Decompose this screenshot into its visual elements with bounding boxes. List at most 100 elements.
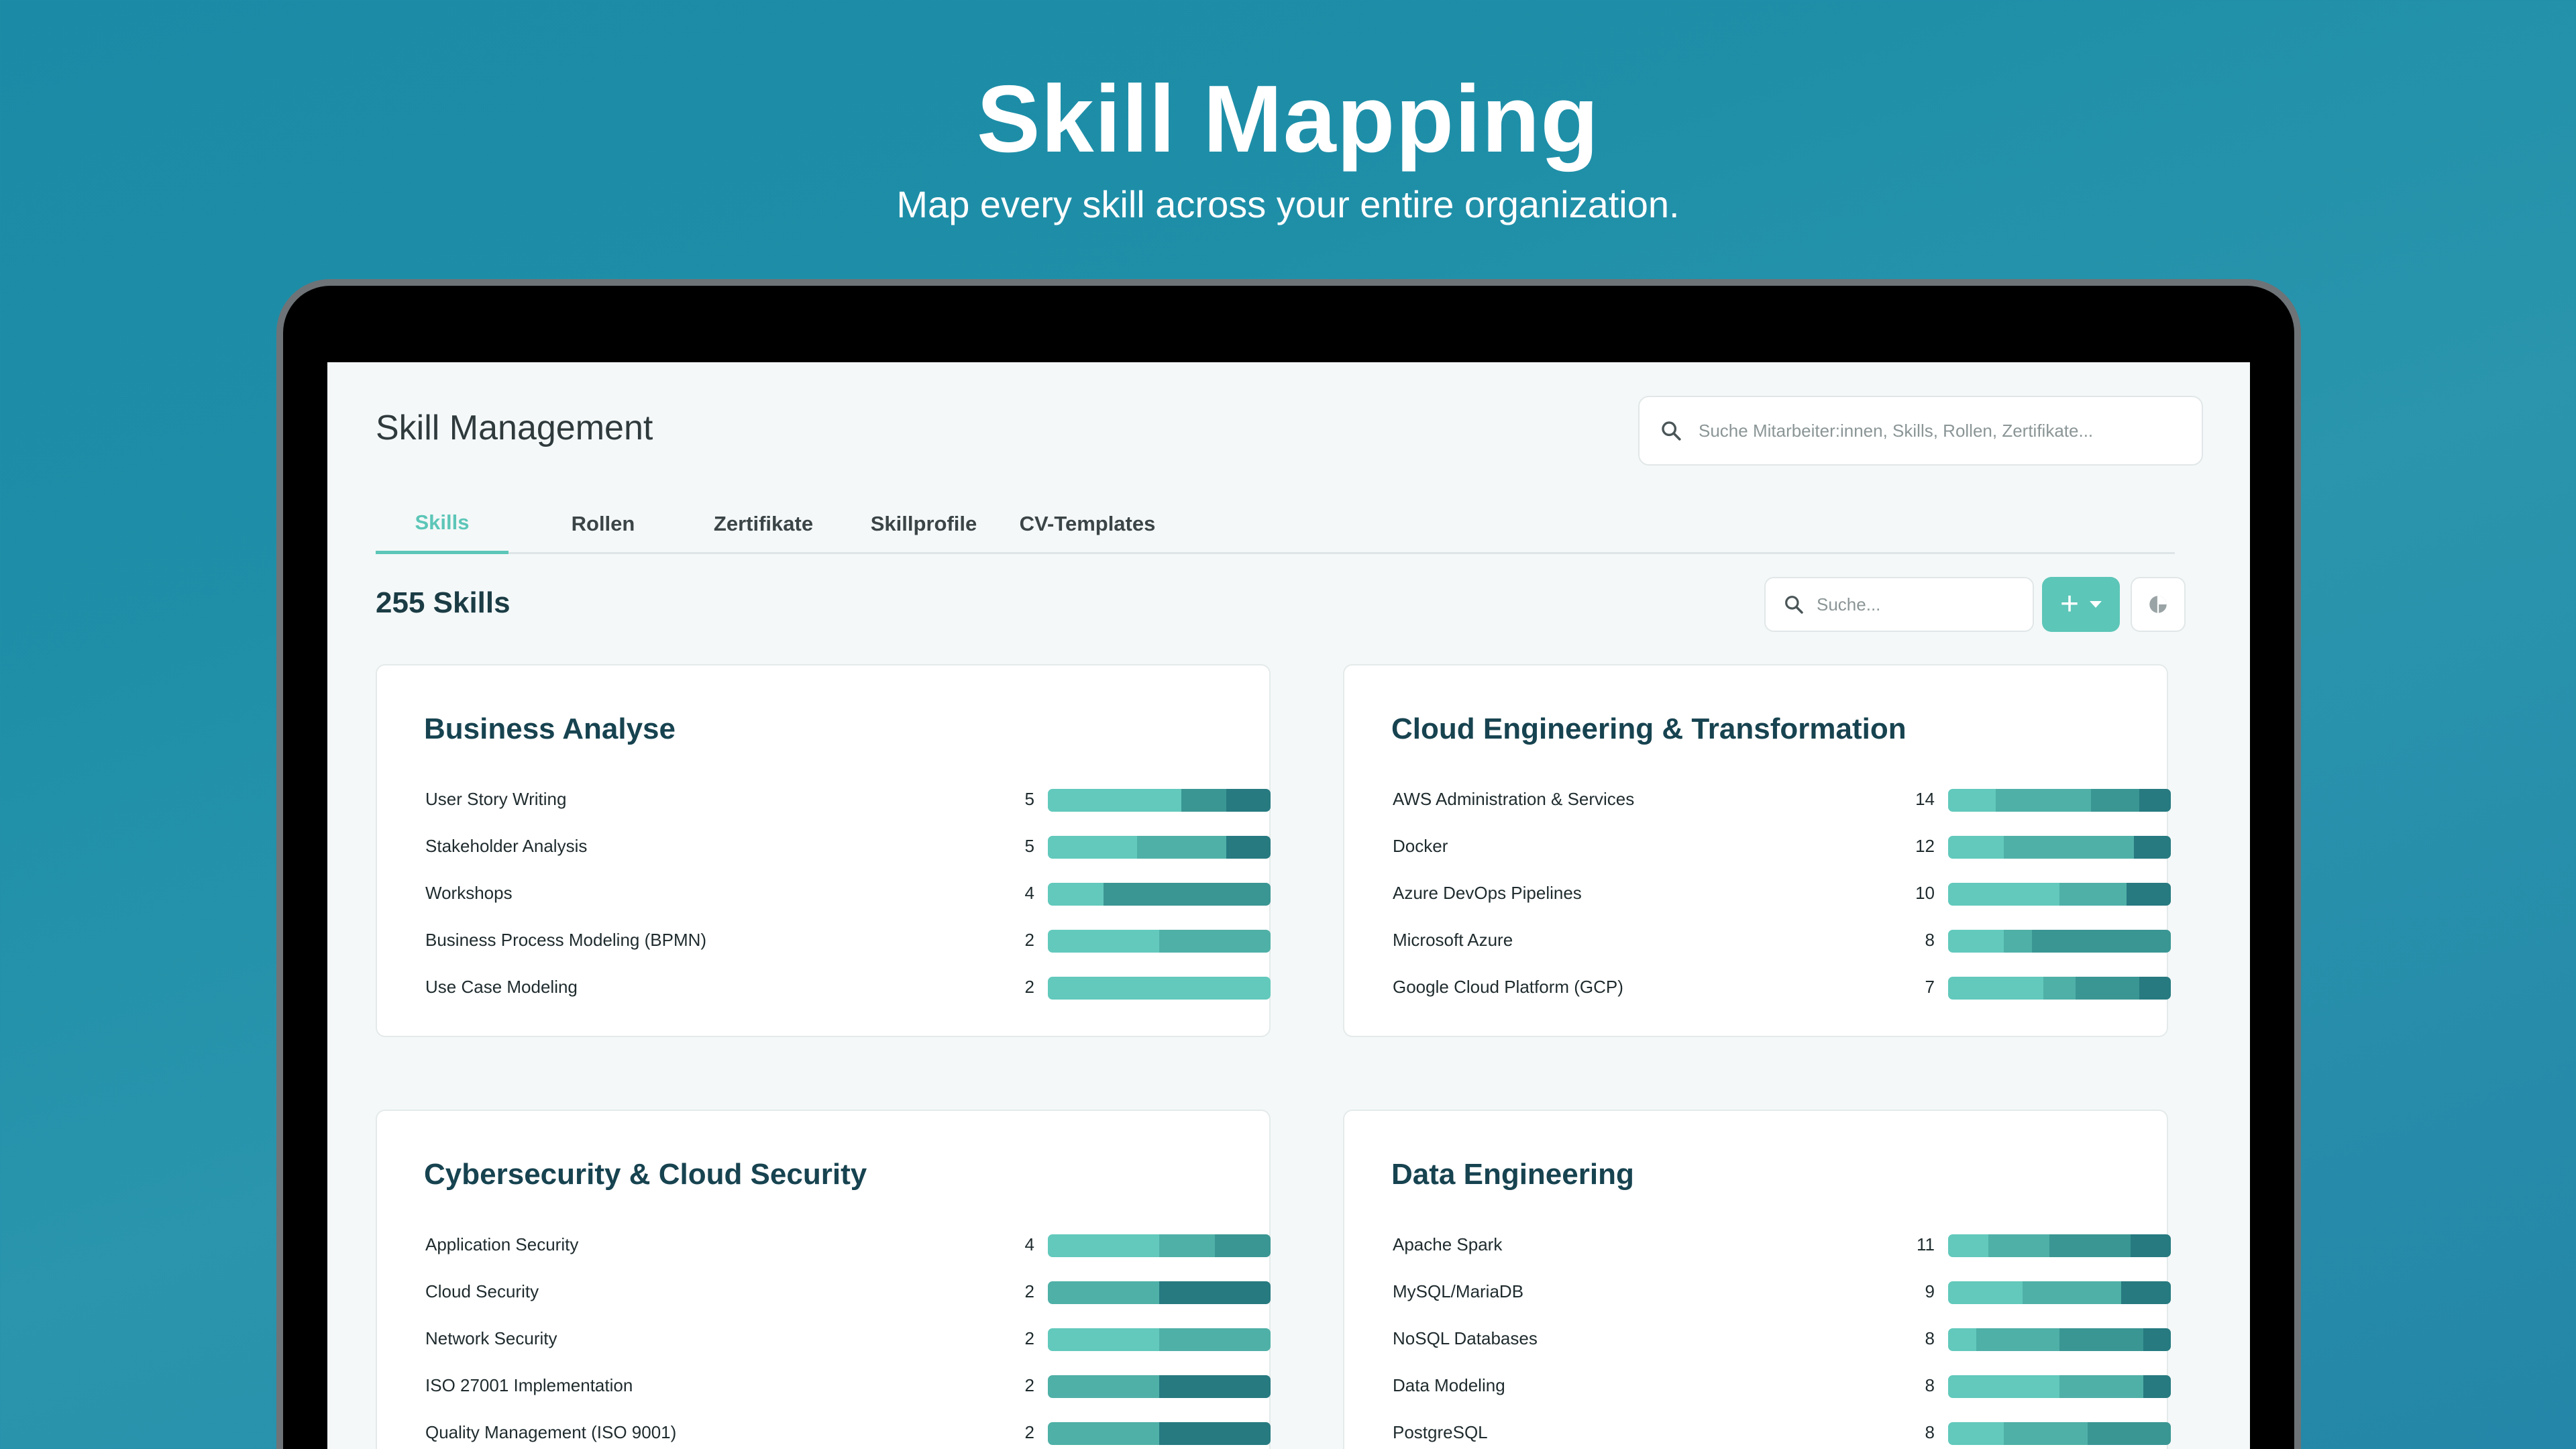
skill-level-bar <box>1048 836 1271 859</box>
skill-row[interactable]: PostgreSQL 8 <box>1393 1419 2171 1446</box>
skill-row[interactable]: NoSQL Databases 8 <box>1393 1326 2171 1352</box>
skill-level-segment <box>1104 883 1271 906</box>
skill-name: Network Security <box>425 1328 557 1348</box>
skill-count: 4 <box>1024 1234 1034 1254</box>
skill-count: 7 <box>1925 977 1935 997</box>
skill-name: Microsoft Azure <box>1393 930 1513 950</box>
skill-level-segment <box>2075 977 2139 1000</box>
category-title: Cloud Engineering & Transformation <box>1391 712 1907 745</box>
skill-level-segment <box>1048 1281 1159 1304</box>
skill-name: ISO 27001 Implementation <box>425 1375 633 1395</box>
skill-row[interactable]: Google Cloud Platform (GCP) 7 <box>1393 974 2171 1001</box>
skill-level-bar <box>1048 1375 1271 1398</box>
skill-level-segment <box>1226 789 1271 812</box>
skill-row[interactable]: User Story Writing 5 <box>425 786 1271 813</box>
skill-search[interactable] <box>1764 577 2034 632</box>
skill-level-segment <box>2059 883 2127 906</box>
skill-level-bar <box>1048 883 1271 906</box>
global-search-input[interactable] <box>1699 420 2182 441</box>
skill-name: User Story Writing <box>425 789 567 809</box>
skill-level-bar <box>1948 789 2171 812</box>
skill-level-segment <box>1181 789 1226 812</box>
skill-level-segment <box>1159 930 1271 953</box>
skill-level-segment <box>1226 836 1271 859</box>
skill-row[interactable]: Data Modeling 8 <box>1393 1373 2171 1399</box>
skill-name: Apache Spark <box>1393 1234 1503 1254</box>
skill-level-segment <box>1048 1234 1159 1257</box>
skill-name: AWS Administration & Services <box>1393 789 1635 809</box>
skill-row[interactable]: Cloud Security 2 <box>425 1279 1271 1305</box>
tab-rollen[interactable]: Rollen <box>508 494 698 554</box>
skill-row[interactable]: Business Process Modeling (BPMN) 2 <box>425 927 1271 954</box>
skill-name: Stakeholder Analysis <box>425 836 588 856</box>
skill-count: 12 <box>1915 836 1935 856</box>
skill-row[interactable]: Microsoft Azure 8 <box>1393 927 2171 954</box>
skill-row[interactable]: Network Security 2 <box>425 1326 1271 1352</box>
skill-row[interactable]: ISO 27001 Implementation 2 <box>425 1373 1271 1399</box>
skills-count: 255 Skills <box>376 586 511 619</box>
skill-name: Docker <box>1393 836 1448 856</box>
global-search[interactable] <box>1638 396 2203 466</box>
tab-skills[interactable]: Skills <box>376 494 508 554</box>
skill-name: MySQL/MariaDB <box>1393 1281 1524 1301</box>
skill-level-segment <box>2091 789 2139 812</box>
skill-name: Azure DevOps Pipelines <box>1393 883 1582 903</box>
skill-level-bar <box>1048 789 1271 812</box>
skill-count: 8 <box>1925 930 1935 950</box>
category-card: Cybersecurity & Cloud Security Applicati… <box>376 1110 1271 1449</box>
add-skill-button[interactable]: + <box>2042 577 2120 632</box>
skill-level-segment <box>2004 1422 2088 1445</box>
skill-level-segment <box>1988 1234 2049 1257</box>
chart-view-button[interactable] <box>2131 577 2186 632</box>
skill-level-bar <box>1048 1234 1271 1257</box>
skill-name: Workshops <box>425 883 513 903</box>
skill-row[interactable]: Apache Spark 11 <box>1393 1232 2171 1258</box>
skill-level-segment <box>2059 1328 2143 1351</box>
skill-count: 4 <box>1024 883 1034 903</box>
skill-level-segment <box>1159 1328 1271 1351</box>
skill-level-segment <box>2133 836 2171 859</box>
skill-row[interactable]: Use Case Modeling 2 <box>425 974 1271 1001</box>
skill-level-segment <box>2059 1375 2143 1398</box>
skill-level-segment <box>2130 1234 2171 1257</box>
skill-level-segment <box>1159 1375 1271 1398</box>
category-title: Cybersecurity & Cloud Security <box>424 1158 867 1191</box>
skill-row[interactable]: Azure DevOps Pipelines 10 <box>1393 880 2171 907</box>
skill-count: 9 <box>1925 1281 1935 1301</box>
skill-level-segment <box>1159 1281 1271 1304</box>
skill-row[interactable]: MySQL/MariaDB 9 <box>1393 1279 2171 1305</box>
skill-level-segment <box>1976 1328 2059 1351</box>
skill-level-bar <box>1948 1375 2171 1398</box>
skill-row[interactable]: Workshops 4 <box>425 880 1271 907</box>
skill-count: 5 <box>1024 789 1034 809</box>
tab-zertifikate[interactable]: Zertifikate <box>698 494 829 554</box>
skill-count: 2 <box>1024 930 1034 950</box>
skill-level-segment <box>2043 977 2076 1000</box>
skill-level-segment <box>2087 1422 2171 1445</box>
skill-level-segment <box>1159 1422 1271 1445</box>
skill-search-input[interactable] <box>1817 594 2018 615</box>
skill-count: 2 <box>1024 1281 1034 1301</box>
skill-row[interactable]: Quality Management (ISO 9001) 2 <box>425 1419 1271 1446</box>
skill-level-bar <box>1048 1281 1271 1304</box>
skill-level-segment <box>1048 883 1104 906</box>
skill-level-segment <box>1048 836 1137 859</box>
skill-level-segment <box>1048 789 1182 812</box>
hero-title: Skill Mapping <box>976 66 1600 172</box>
skill-level-segment <box>1136 836 1226 859</box>
skill-name: Google Cloud Platform (GCP) <box>1393 977 1623 997</box>
tab-skillprofile[interactable]: Skillprofile <box>829 494 1018 554</box>
skill-level-segment <box>1048 977 1271 1000</box>
skill-level-segment <box>1948 883 2059 906</box>
page-title: Skill Management <box>376 409 653 447</box>
skill-row[interactable]: Application Security 4 <box>425 1232 1271 1258</box>
skill-row[interactable]: Docker 12 <box>1393 833 2171 860</box>
skill-level-segment <box>1048 930 1159 953</box>
tab-cv-templates[interactable]: CV-Templates <box>1018 494 1157 554</box>
skill-level-segment <box>1948 1234 1989 1257</box>
skill-name: PostgreSQL <box>1393 1422 1488 1442</box>
skill-row[interactable]: AWS Administration & Services 14 <box>1393 786 2171 813</box>
skill-row[interactable]: Stakeholder Analysis 5 <box>425 833 1271 860</box>
pie-chart-icon <box>2149 596 2167 613</box>
skill-level-segment <box>1948 1422 2004 1445</box>
